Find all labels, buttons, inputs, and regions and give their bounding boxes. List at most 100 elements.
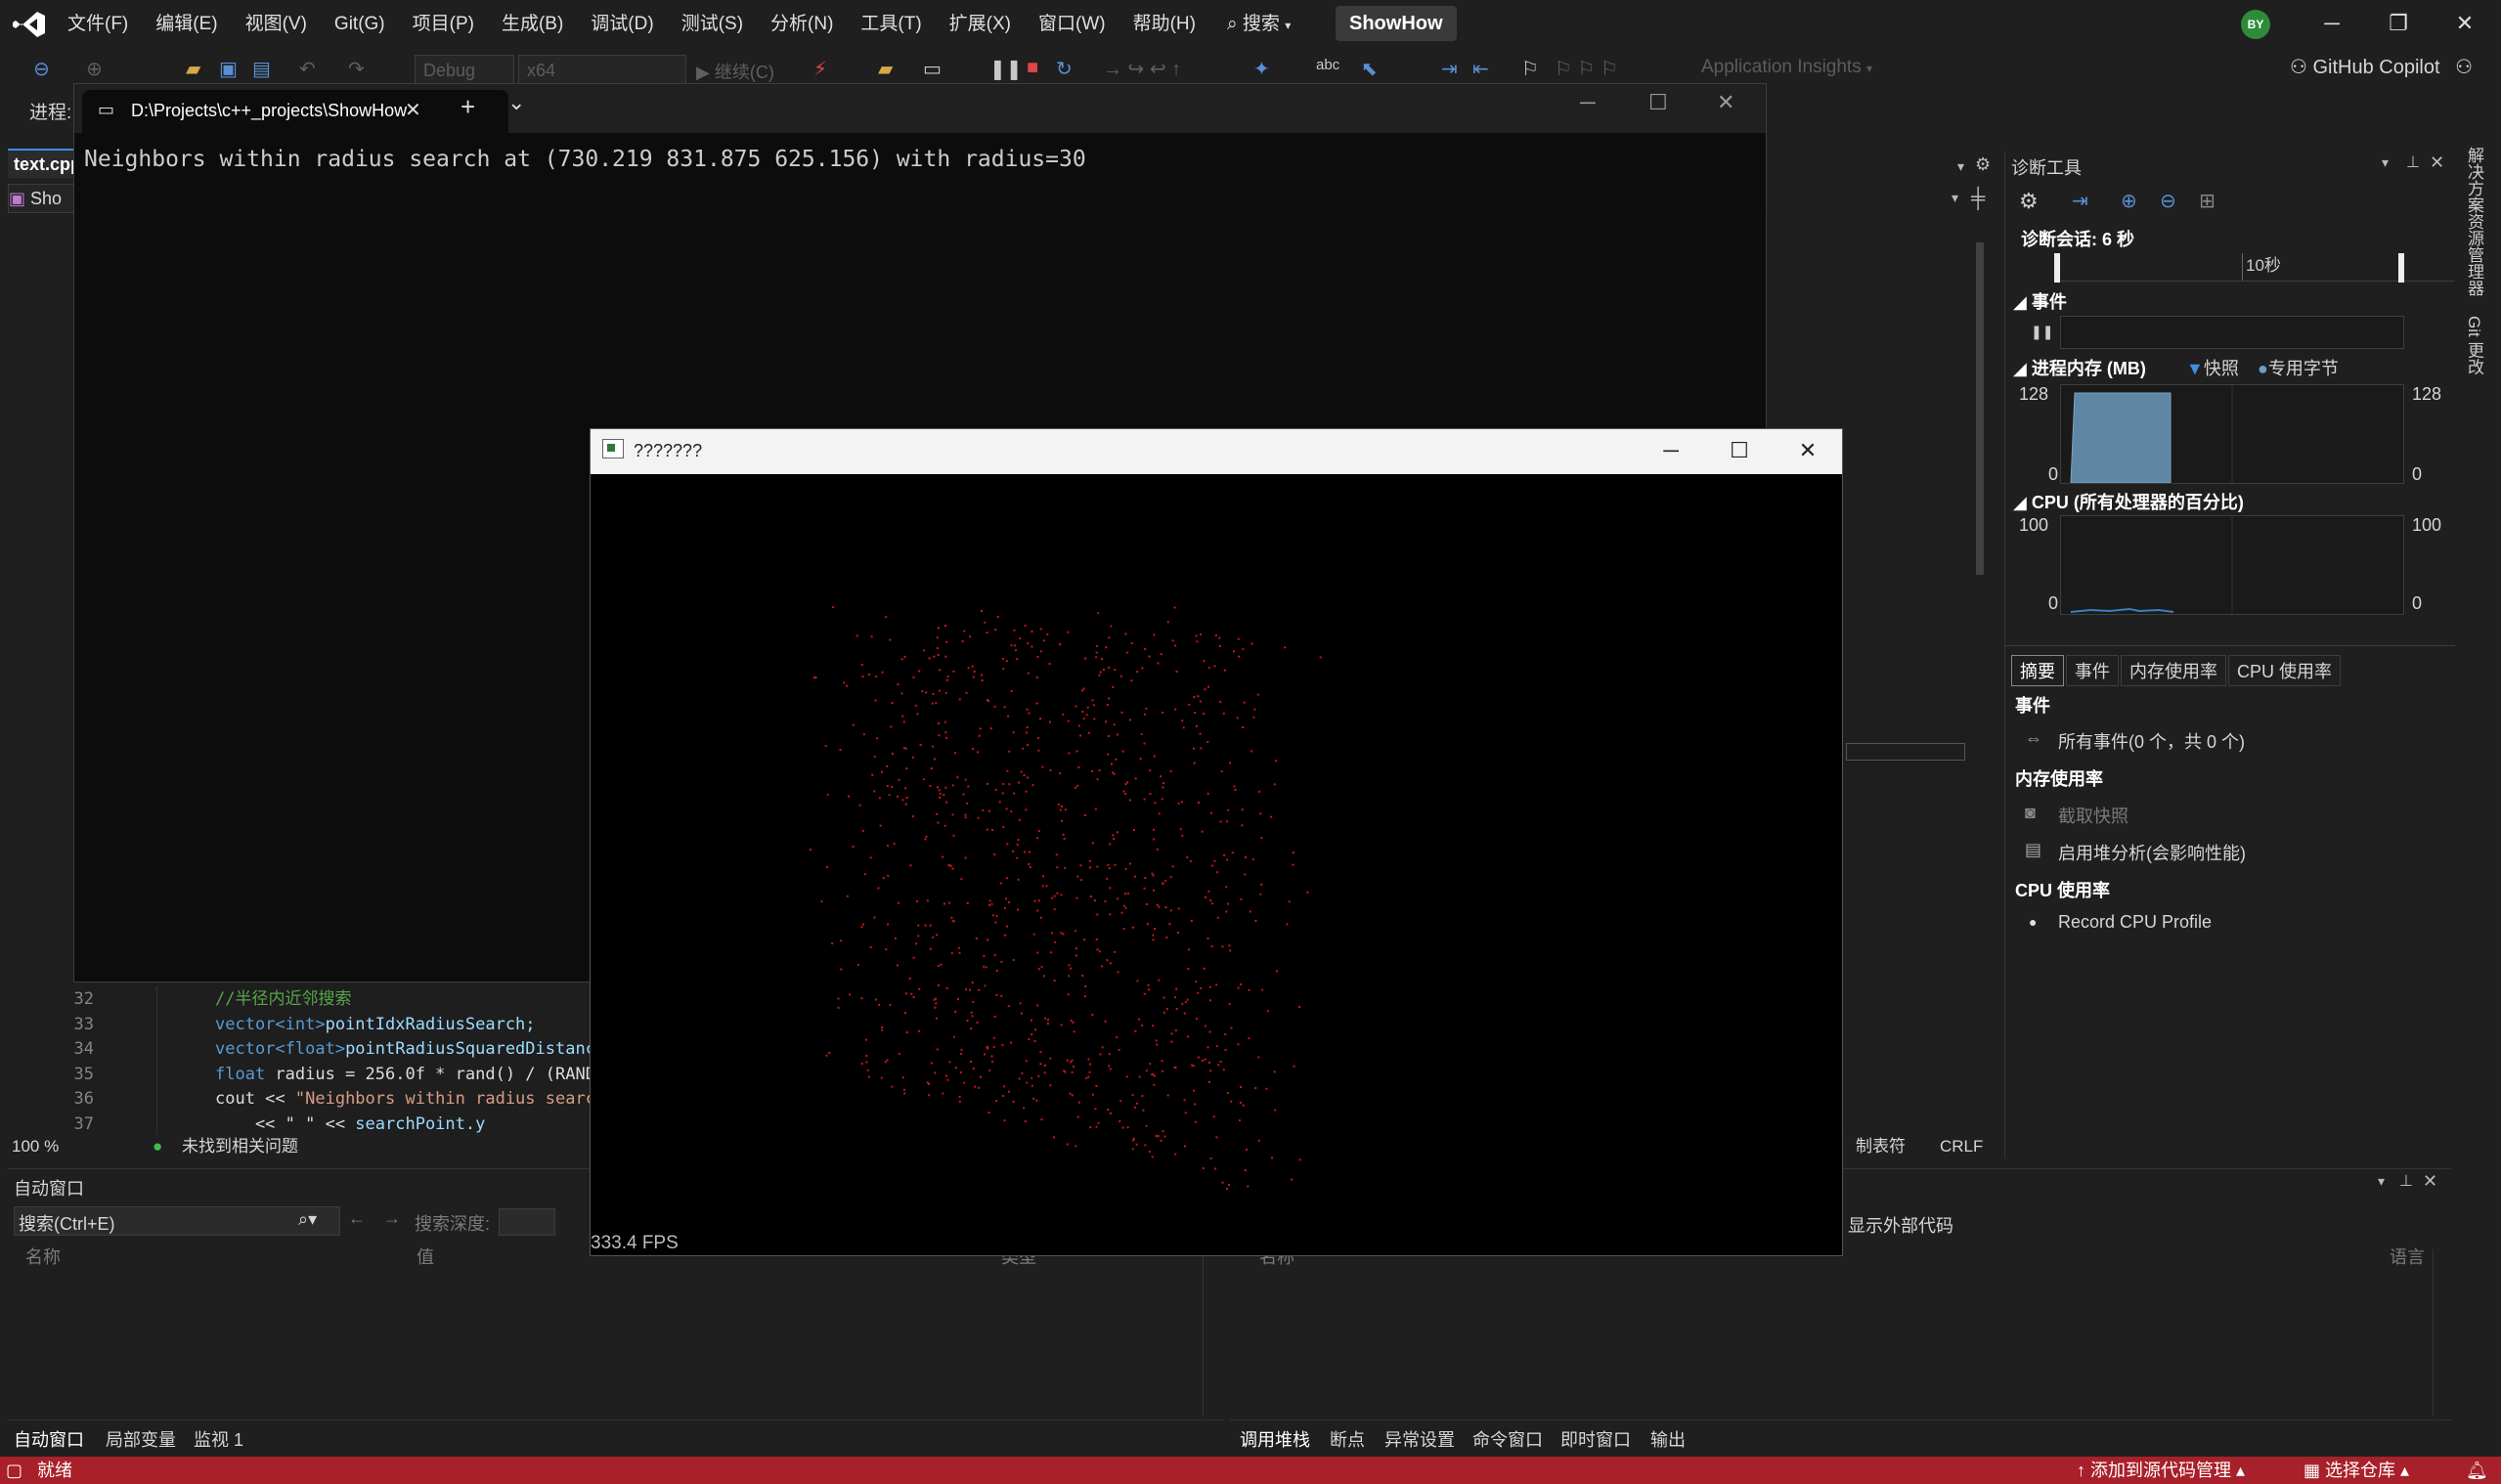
console-maximize-button[interactable]: ☐ (1648, 90, 1668, 115)
forward-icon[interactable]: ⊕ (86, 57, 103, 81)
heap-profiling-link[interactable]: 启用堆分析(会影响性能) (2058, 840, 2246, 865)
settings-icon[interactable]: ⚙ (1975, 154, 1991, 175)
tab-command-window[interactable]: 命令窗口 (1472, 1426, 1543, 1452)
issues-label[interactable]: 未找到相关问题 (182, 1134, 298, 1159)
configuration-combo[interactable]: Debug (415, 55, 514, 86)
take-snapshot-button[interactable]: 截取快照 (2058, 803, 2128, 828)
gl-close-button[interactable]: ✕ (1774, 429, 1842, 474)
tab-exception-settings[interactable]: 异常设置 (1384, 1426, 1455, 1452)
search-depth-combo[interactable] (499, 1208, 555, 1236)
tab-mode[interactable]: 制表符 (1856, 1134, 1906, 1159)
tab-text-cpp[interactable]: text.cpp (8, 149, 78, 178)
panel-dropdown-icon[interactable]: ▾ (2378, 1173, 2385, 1190)
autos-scrollbar[interactable] (1203, 1249, 1217, 1416)
split-icon[interactable]: ╪ (1971, 188, 1985, 210)
cpu-graph[interactable] (2060, 515, 2404, 615)
select-icon[interactable]: ⬉ (1361, 57, 1378, 81)
search-menu[interactable]: ⌕ 搜索 ▾ (1227, 8, 1291, 41)
timeline-start-handle[interactable] (2054, 253, 2060, 283)
tab-locals[interactable]: 局部变量 (106, 1426, 176, 1452)
point-cloud-canvas[interactable] (591, 474, 1842, 1232)
console-minimize-button[interactable]: ─ (1580, 90, 1596, 115)
redo-icon[interactable]: ↷ (348, 57, 365, 81)
platform-combo[interactable]: x64 (518, 55, 686, 86)
nav-dropdown-icon[interactable]: ▾ (1952, 190, 1958, 206)
open-folder-icon[interactable]: ▰ (186, 57, 200, 81)
minimize-button[interactable]: ─ (2300, 0, 2364, 49)
menu-project[interactable]: 项目(P) (399, 0, 488, 49)
code-line[interactable]: cout << "Neighbors within radius search (215, 1087, 605, 1113)
restart-icon[interactable]: ↻ (1056, 57, 1073, 81)
save-all-icon[interactable]: ▤ (252, 57, 271, 81)
menu-help[interactable]: 帮助(H) (1119, 0, 1209, 49)
export-icon[interactable]: ⇥ (2072, 189, 2088, 213)
back-arrow-icon[interactable]: ← (348, 1208, 366, 1229)
back-icon[interactable]: ⊖ (33, 57, 50, 81)
close-panel-icon[interactable]: ✕ (2430, 153, 2444, 173)
pin-icon[interactable]: ⊥ (2399, 1171, 2413, 1191)
callstack-scrollbar[interactable] (2433, 1249, 2447, 1416)
editor-dropdown-icon[interactable]: ▾ (1957, 158, 1964, 175)
menu-extensions[interactable]: 扩展(X) (936, 0, 1025, 49)
tab-call-stack[interactable]: 调用堆栈 (1240, 1426, 1310, 1452)
application-insights-button[interactable]: Application Insights ▾ (1701, 57, 1872, 78)
tab-memory-usage[interactable]: 内存使用率 (2121, 655, 2226, 686)
col-name[interactable]: 名称 (25, 1244, 61, 1269)
pause-icon[interactable]: ❚❚ (2031, 324, 2053, 340)
diagnostics-icon[interactable]: ✦ (1253, 57, 1270, 81)
tab-git-changes[interactable]: Git 更改 (2462, 316, 2486, 374)
settings-icon[interactable]: ⚙ (2019, 189, 2039, 214)
tab-autos[interactable]: 自动窗口 (14, 1426, 84, 1452)
tab-output[interactable]: 输出 (1650, 1426, 1686, 1452)
line-ending[interactable]: CRLF (1940, 1134, 1983, 1159)
menu-file[interactable]: 文件(F) (54, 0, 142, 49)
github-copilot-button[interactable]: ⚇ GitHub Copilot ⚇ (2290, 55, 2473, 79)
code-line[interactable]: vector<int>pointIdxRadiusSearch; (215, 1013, 605, 1038)
bookmark-icon[interactable]: ⚐ (1521, 57, 1539, 81)
all-events-link[interactable]: 所有事件(0 个，共 0 个) (2058, 728, 2245, 754)
menu-analyze[interactable]: 分析(N) (757, 0, 847, 49)
outdent-icon[interactable]: ⇤ (1472, 57, 1489, 81)
gl-maximize-button[interactable]: ☐ (1705, 429, 1774, 474)
code-line[interactable]: float radius = 256.0f * rand() / (RAND_ (215, 1063, 605, 1088)
tab-dropdown-button[interactable]: ⌄ (507, 90, 525, 115)
timeline-end-handle[interactable] (2398, 253, 2404, 283)
visual-studio-logo-icon[interactable] (12, 10, 47, 39)
menu-edit[interactable]: 编辑(E) (142, 0, 231, 49)
col-language[interactable]: 语言 (2390, 1244, 2425, 1269)
menu-window[interactable]: 窗口(W) (1025, 0, 1119, 49)
events-track[interactable] (2060, 316, 2404, 349)
menu-git[interactable]: Git(G) (321, 0, 399, 49)
continue-button[interactable]: ▶ 继续(C) (696, 59, 774, 84)
avatar[interactable]: BY (2241, 10, 2270, 39)
zoom-out-icon[interactable]: ⊖ (2160, 189, 2176, 213)
close-button[interactable]: ✕ (2433, 0, 2497, 49)
tab-immediate-window[interactable]: 即时窗口 (1560, 1426, 1631, 1452)
new-tab-button[interactable]: + (461, 92, 475, 122)
memory-graph[interactable] (2060, 384, 2404, 484)
restore-button[interactable]: ❐ (2366, 0, 2431, 49)
point-cloud-window[interactable]: ??????? ─ ☐ ✕ 333.4 FPS (590, 428, 1843, 1256)
cpu-header[interactable]: ◢ CPU (所有处理器的百分比) (2013, 489, 2244, 514)
undo-icon[interactable]: ↶ (299, 57, 316, 81)
save-icon[interactable]: ▣ (219, 57, 238, 81)
code-line[interactable]: //半径内近邻搜索 (215, 987, 605, 1013)
autos-search-input[interactable]: 搜索(Ctrl+E) ⌕▾ (14, 1206, 340, 1236)
code-line[interactable]: vector<float>pointRadiusSquaredDistance (215, 1037, 605, 1063)
menu-test[interactable]: 测试(S) (668, 0, 757, 49)
spell-icon[interactable]: abc (1316, 57, 1339, 73)
close-tab-icon[interactable]: ✕ (405, 98, 421, 122)
console-tab[interactable]: ▭ D:\Projects\c++_projects\ShowHow ✕ (82, 90, 508, 133)
menu-view[interactable]: 视图(V) (232, 0, 321, 49)
menu-debug[interactable]: 调试(D) (577, 0, 667, 49)
notifications-icon[interactable]: 🔔︎ (2466, 1457, 2488, 1484)
close-panel-icon[interactable]: ✕ (2423, 1171, 2437, 1192)
tab-watch1[interactable]: 监视 1 (194, 1426, 243, 1452)
tab-cpu-usage[interactable]: CPU 使用率 (2228, 655, 2342, 686)
scrollbar-thumb[interactable] (1976, 242, 1984, 575)
project-nav-combo[interactable]: ▣ Sho (8, 184, 76, 213)
pin-icon[interactable]: ⊥ (2406, 153, 2420, 172)
stop-icon[interactable]: ■ (1027, 57, 1038, 79)
forward-arrow-icon[interactable]: → (383, 1208, 401, 1229)
panel-dropdown-icon[interactable]: ▾ (2382, 154, 2389, 171)
